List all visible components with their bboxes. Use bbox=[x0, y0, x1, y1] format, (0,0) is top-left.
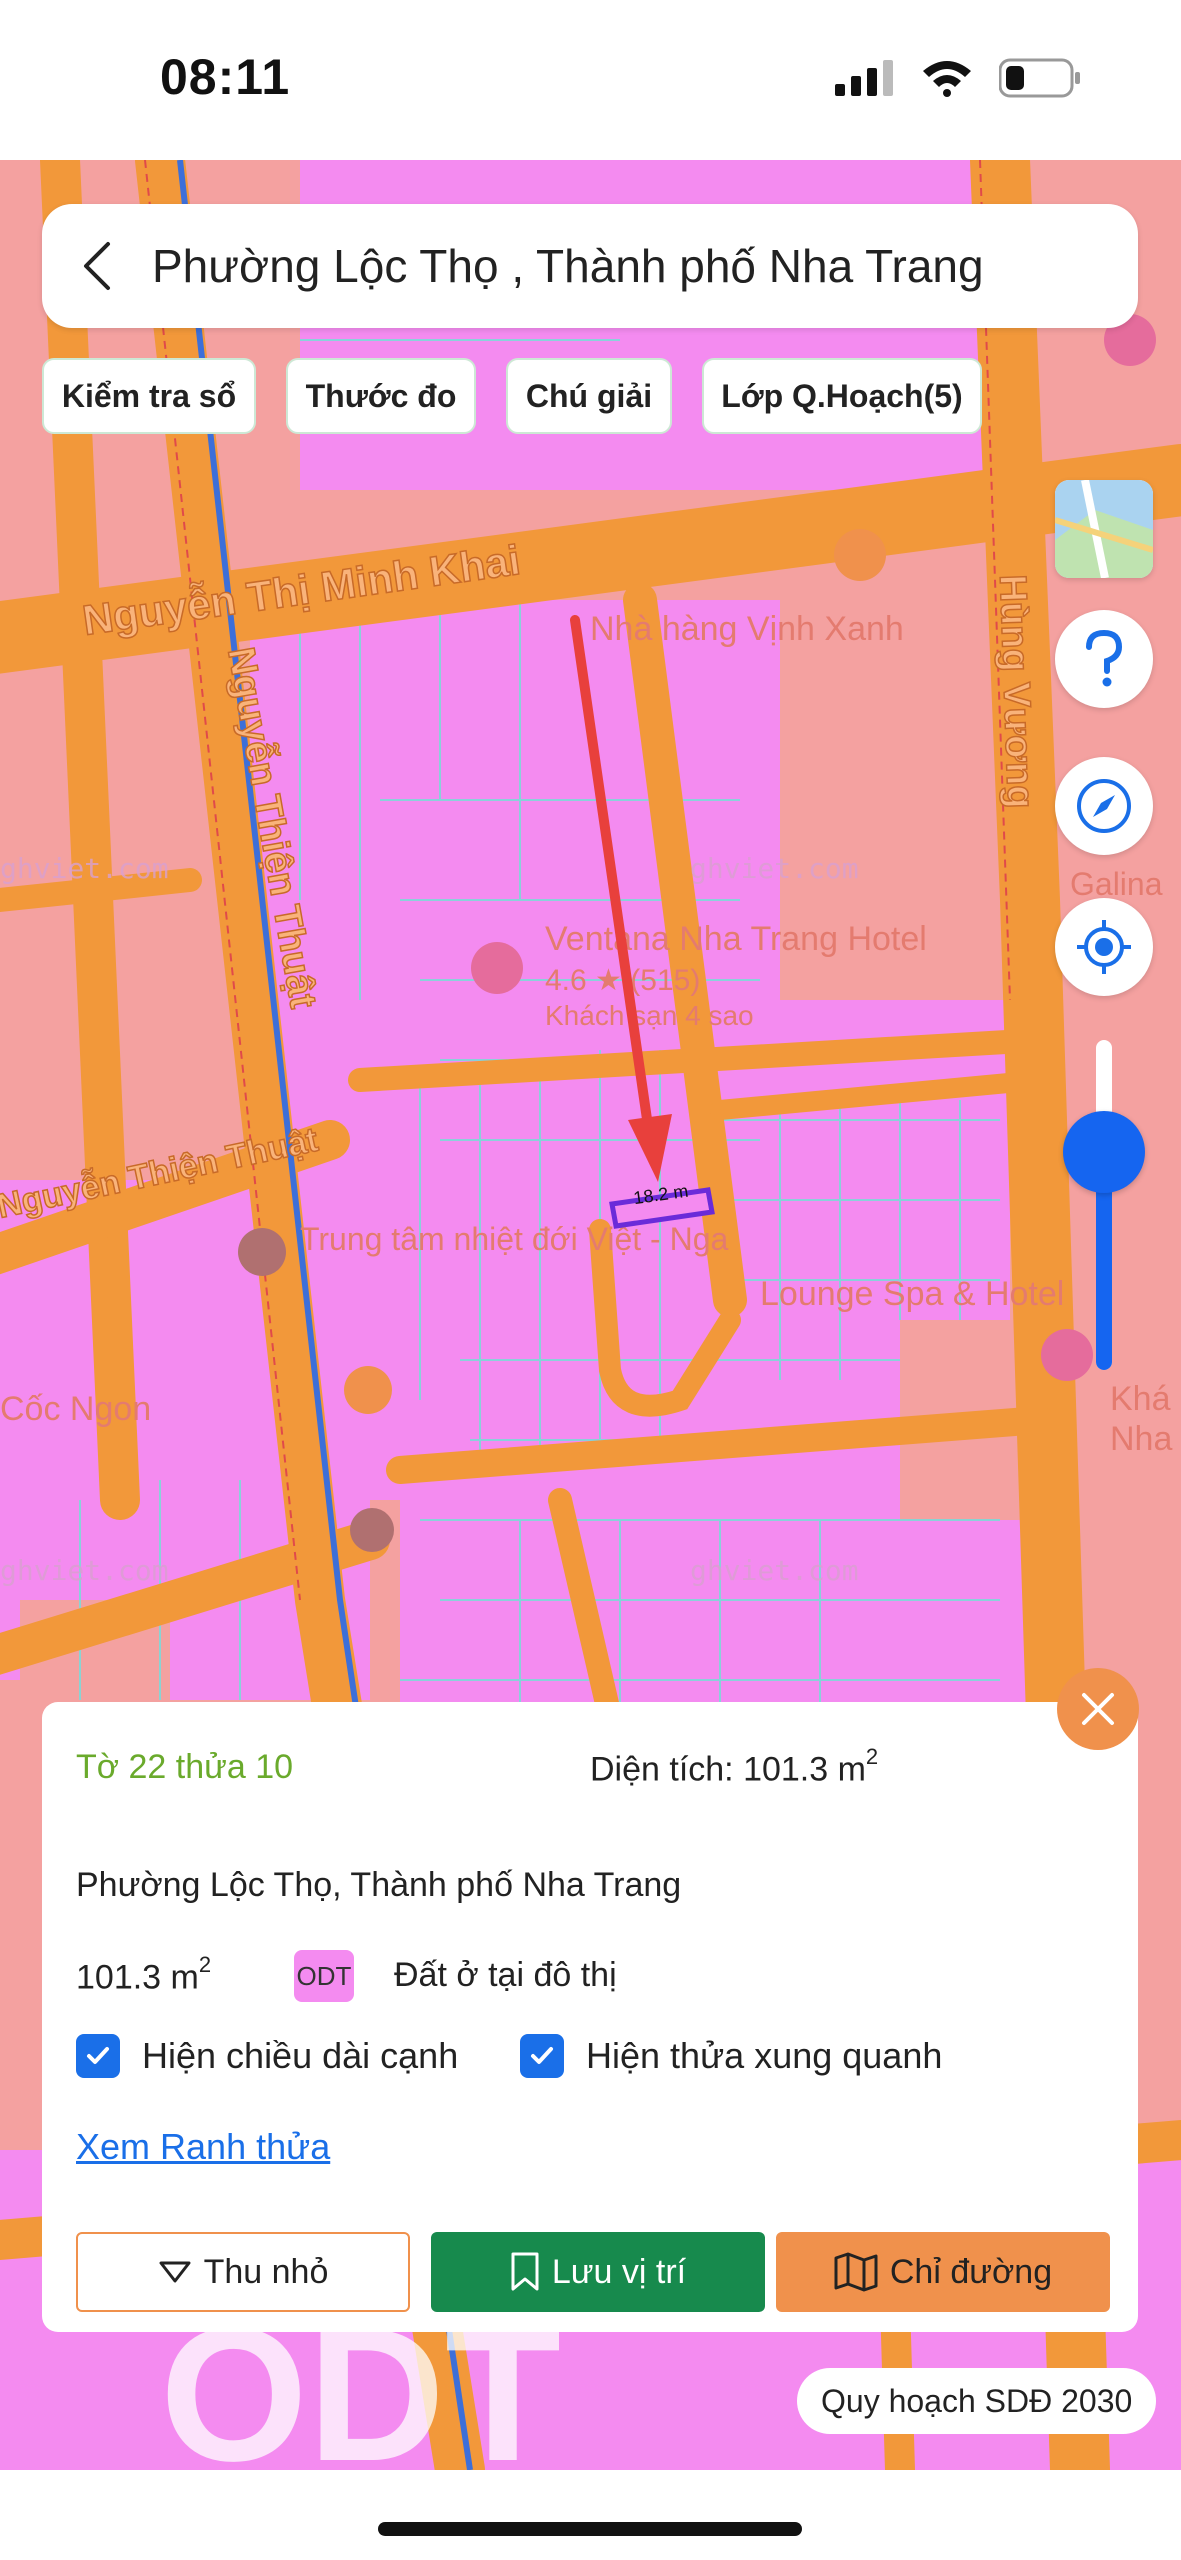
land-use-type: Đất ở tại đô thị bbox=[394, 1956, 617, 1994]
chevron-left-icon bbox=[84, 242, 110, 290]
hotel-pin-icon bbox=[471, 942, 523, 994]
checkbox-checked-icon[interactable] bbox=[76, 2034, 120, 2078]
planning-layer-chip[interactable]: Lớp Q.Hoạch(5) bbox=[702, 358, 982, 434]
edge-length-checkbox[interactable]: Hiện chiều dài cạnh bbox=[76, 2034, 458, 2078]
directions-button[interactable]: Chỉ đường bbox=[776, 2232, 1110, 2312]
compass-button[interactable] bbox=[1055, 757, 1153, 855]
map-type-button[interactable] bbox=[1055, 480, 1153, 578]
check-book-chip[interactable]: Kiểm tra sổ bbox=[42, 358, 256, 434]
watermark: ghviet.com bbox=[690, 1554, 859, 1587]
poi-pin-icon bbox=[238, 1228, 286, 1276]
poi-label: Khách sạn 4 sao bbox=[545, 1000, 754, 1031]
area-value: 101.3 m2 bbox=[76, 1952, 211, 1997]
save-location-label: Lưu vị trí bbox=[551, 2252, 687, 2291]
shrink-label: Thu nhỏ bbox=[203, 2252, 329, 2291]
help-button[interactable] bbox=[1055, 610, 1153, 708]
parcel-id: Tờ 22 thửa 10 bbox=[76, 1748, 294, 1786]
triangle-down-icon bbox=[159, 2261, 191, 2283]
ruler-chip[interactable]: Thước đo bbox=[286, 358, 476, 434]
restaurant-pin-icon bbox=[834, 529, 886, 581]
restaurant-pin-icon bbox=[344, 1366, 392, 1414]
back-button[interactable] bbox=[42, 204, 152, 328]
wifi-icon bbox=[923, 61, 971, 97]
poi-label: Nha bbox=[1110, 1420, 1172, 1458]
poi-label: Lounge Spa & Hotel bbox=[760, 1275, 1064, 1313]
area-summary: Diện tích: 101.3 m2 bbox=[590, 1744, 878, 1789]
view-boundary-link[interactable]: Xem Ranh thửa bbox=[76, 2126, 330, 2168]
poi-label: Nhà hàng Vịnh Xanh bbox=[590, 610, 904, 648]
watermark: ghviet.com bbox=[0, 852, 169, 885]
area-unit-sup: 2 bbox=[865, 1744, 879, 1769]
watermark: ghviet.com bbox=[0, 1554, 169, 1587]
save-location-button[interactable]: Lưu vị trí bbox=[431, 2232, 765, 2312]
status-time: 08:11 bbox=[160, 49, 291, 105]
battery-icon bbox=[999, 58, 1080, 98]
zoom-slider-handle[interactable] bbox=[1063, 1111, 1145, 1194]
bottom-safe-area bbox=[0, 2470, 1181, 2560]
poi-label: Cốc Ngon bbox=[0, 1390, 151, 1428]
hotel-pin-icon bbox=[1041, 1329, 1093, 1381]
status-icons bbox=[835, 58, 1081, 98]
poi-label: Trung tâm nhiệt đới Việt - Nga bbox=[300, 1221, 729, 1257]
poi-label: Galina bbox=[1070, 866, 1163, 902]
bookmark-icon bbox=[511, 2252, 539, 2291]
page-title[interactable]: Phường Lộc Thọ , Thành phố Nha Trang bbox=[152, 239, 984, 293]
legend-chip[interactable]: Chú giải bbox=[506, 358, 672, 434]
close-panel-button[interactable] bbox=[1057, 1668, 1139, 1750]
parcel-info-panel: Tờ 22 thửa 10 Diện tích: 101.3 m2 Phường… bbox=[42, 1702, 1138, 2332]
surrounding-label: Hiện thửa xung quanh bbox=[586, 2035, 943, 2076]
home-indicator bbox=[378, 2522, 802, 2536]
close-icon bbox=[1082, 1693, 1114, 1725]
map-icon bbox=[834, 2252, 878, 2292]
status-bar: 08:11 bbox=[0, 0, 1181, 160]
poi-label: Ventana Nha Trang Hotel bbox=[545, 920, 927, 958]
poi-label: Khá bbox=[1110, 1380, 1171, 1418]
checkbox-checked-icon[interactable] bbox=[520, 2034, 564, 2078]
area-value-sup: 2 bbox=[198, 1952, 212, 1977]
signal-icon bbox=[835, 60, 893, 96]
watermark: ghviet.com bbox=[690, 852, 859, 885]
edge-length-label: Hiện chiều dài cạnh bbox=[142, 2035, 459, 2076]
compass-icon bbox=[1077, 779, 1131, 833]
crosshair-icon bbox=[1077, 920, 1131, 974]
surrounding-checkbox[interactable]: Hiện thửa xung quanh bbox=[520, 2034, 942, 2078]
parcel-address: Phường Lộc Thọ, Thành phố Nha Trang bbox=[76, 1866, 682, 1904]
shrink-button[interactable]: Thu nhỏ bbox=[76, 2232, 410, 2312]
land-code-badge: ODT bbox=[294, 1950, 354, 2002]
area-value-text: 101.3 m bbox=[76, 1958, 199, 1997]
directions-label: Chỉ đường bbox=[889, 2252, 1053, 2291]
street-label-hung-vuong: Hùng Vương bbox=[991, 574, 1041, 809]
question-icon bbox=[1086, 629, 1123, 687]
map-layer-icon bbox=[1055, 480, 1153, 578]
planning-layer-label[interactable]: Quy hoạch SDĐ 2030 bbox=[797, 2368, 1157, 2434]
poi-pin-icon bbox=[350, 1508, 394, 1552]
search-header: Phường Lộc Thọ , Thành phố Nha Trang bbox=[42, 204, 1138, 328]
locate-button[interactable] bbox=[1055, 898, 1153, 996]
area-summary-text: Diện tích: 101.3 m bbox=[590, 1750, 866, 1789]
